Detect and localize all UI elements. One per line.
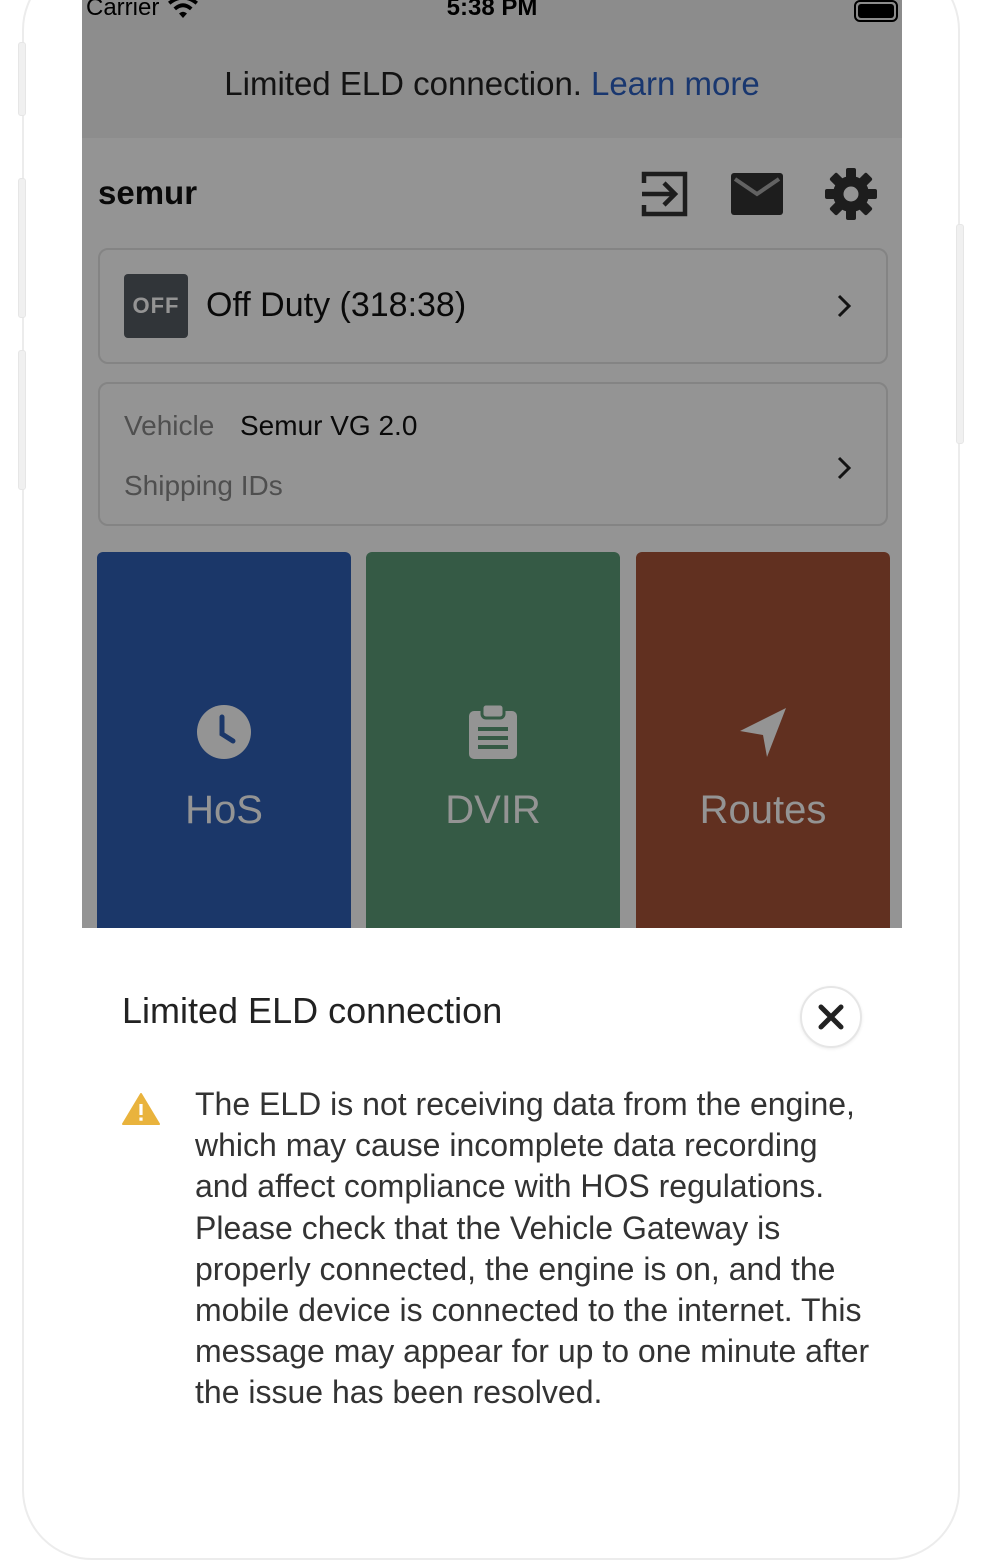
device-volume-up-button xyxy=(18,178,26,318)
phone-screen: Carrier 5:38 PM Limited ELD connection. … xyxy=(82,0,902,1482)
warning-icon xyxy=(122,1093,160,1125)
sheet-body-text: The ELD is not receiving data from the e… xyxy=(195,1086,870,1411)
device-power-button xyxy=(956,224,964,444)
device-side-button xyxy=(18,42,26,116)
eld-info-sheet: Limited ELD connection The ELD is not re… xyxy=(82,928,902,1482)
modal-backdrop[interactable] xyxy=(82,0,902,930)
app-home: Carrier 5:38 PM Limited ELD connection. … xyxy=(82,0,902,952)
close-button[interactable] xyxy=(800,986,862,1048)
close-icon xyxy=(818,1004,844,1030)
device-volume-down-button xyxy=(18,350,26,490)
sheet-title: Limited ELD connection xyxy=(122,990,503,1031)
